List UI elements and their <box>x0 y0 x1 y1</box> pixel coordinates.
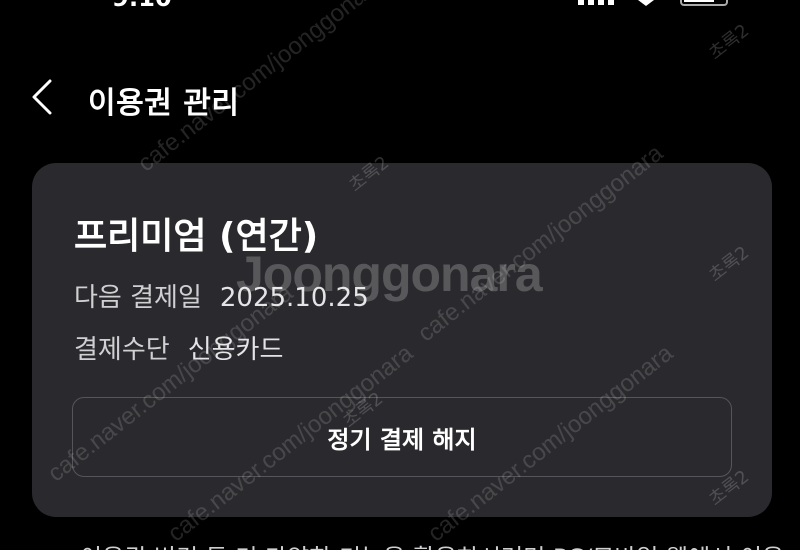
battery-icon <box>680 0 728 6</box>
payment-method-row: 결제수단 신용카드 <box>74 329 283 366</box>
header: 이용권 관리 <box>0 66 800 126</box>
next-payment-label: 다음 결제일 <box>74 283 202 313</box>
status-time: 9:10 <box>112 0 172 12</box>
page-title: 이용권 관리 <box>88 86 240 121</box>
status-bar: 9:10 <box>0 0 800 12</box>
payment-method-label: 결제수단 <box>74 335 170 365</box>
screen: 9:10 이용권 관리 프리미엄 (연간) 다음 결제일 2025.10.25 결… <box>0 0 800 550</box>
payment-method-value: 신용카드 <box>187 335 284 365</box>
next-payment-row: 다음 결제일 2025.10.25 <box>74 277 369 314</box>
plan-name: 프리미엄 (연간) <box>74 216 319 257</box>
cancel-subscription-button[interactable]: 정기 결제 해지 <box>72 397 732 477</box>
next-payment-date: 2025.10.25 <box>219 283 369 313</box>
watermark-tag: 초록2 <box>705 20 754 65</box>
footer-note: 이용권 변경 등 더 다양한 기능을 활용하시려면 PC/모바일 웹에서 이용 <box>80 538 784 550</box>
chevron-left-icon <box>32 79 52 115</box>
subscription-card: 프리미엄 (연간) 다음 결제일 2025.10.25 결제수단 신용카드 정기 결… <box>32 163 772 517</box>
back-button[interactable] <box>22 74 62 120</box>
wifi-icon <box>638 0 654 6</box>
signal-icon <box>578 0 616 5</box>
